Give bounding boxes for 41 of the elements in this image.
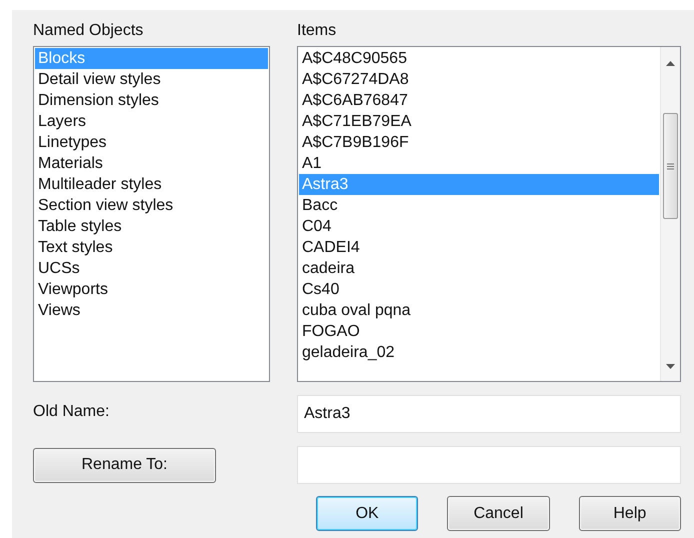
list-item[interactable]: C04 (299, 216, 659, 237)
list-item[interactable]: A$C71EB79EA (299, 111, 659, 132)
list-item[interactable]: Dimension styles (35, 90, 268, 111)
list-item[interactable]: Bacc (299, 195, 659, 216)
list-item[interactable]: A$C67274DA8 (299, 69, 659, 90)
list-label: Items (297, 21, 338, 41)
list-item[interactable]: Views (35, 300, 268, 321)
list-item[interactable]: A$C6AB76847 (299, 90, 659, 111)
list-item[interactable]: Table styles (35, 216, 268, 237)
list-box[interactable]: Blocks Detail view styles Dimension styles Layers Linetypes Materials Multileader styles Section view styles Table styles Text styles UCSs Viewports Views (33, 46, 270, 382)
dialog-button[interactable]: Cancel (447, 496, 550, 531)
list-item[interactable]: A1 (299, 153, 659, 174)
list-item[interactable]: CADEI4 (299, 237, 659, 258)
old-name-label: Old Name: (33, 402, 110, 422)
list-item[interactable]: Section view styles (35, 195, 268, 216)
list-item[interactable]: Text styles (35, 237, 268, 258)
scroll-down-icon[interactable] (666, 364, 675, 369)
list-item[interactable]: cadeira (299, 258, 659, 279)
list-item[interactable]: cuba oval pqna (299, 300, 659, 321)
list-item[interactable]: Linetypes (35, 132, 268, 153)
rename-to-field[interactable] (297, 446, 681, 484)
list-item[interactable]: A$C48C90565 (299, 48, 659, 69)
list-item[interactable]: Detail view styles (35, 69, 268, 90)
dialog-button[interactable]: OK (316, 496, 418, 531)
list-item[interactable]: UCSs (35, 258, 268, 279)
list-item[interactable]: Viewports (35, 279, 268, 300)
scroll-thumb[interactable] (663, 113, 678, 219)
list-item[interactable]: geladeira_02 (299, 342, 659, 363)
list-item[interactable]: Materials (35, 153, 268, 174)
dialog-button[interactable]: Help (578, 496, 681, 531)
list-item[interactable]: Layers (35, 111, 268, 132)
list-item[interactable]: A$C7B9B196F (299, 132, 659, 153)
old-name-field[interactable]: Astra3 (297, 395, 681, 433)
list-label: Named Objects (33, 21, 144, 41)
rename-to-button[interactable]: Rename To: (33, 448, 216, 482)
scroll-up-icon[interactable] (666, 61, 675, 66)
list-item[interactable]: Multileader styles (35, 174, 268, 195)
list-box[interactable]: A$C48C90565 A$C67274DA8 A$C6AB76847 A$C71EB79EA A$C7B9B196F A1 Astra3 Bacc C04 CADEI4 cadeira Cs40 cuba oval pqna FOGAO geladeira_02 (297, 46, 681, 382)
scrollbar[interactable] (660, 47, 680, 381)
list-item[interactable]: Cs40 (299, 279, 659, 300)
list-item[interactable]: FOGAO (299, 321, 659, 342)
